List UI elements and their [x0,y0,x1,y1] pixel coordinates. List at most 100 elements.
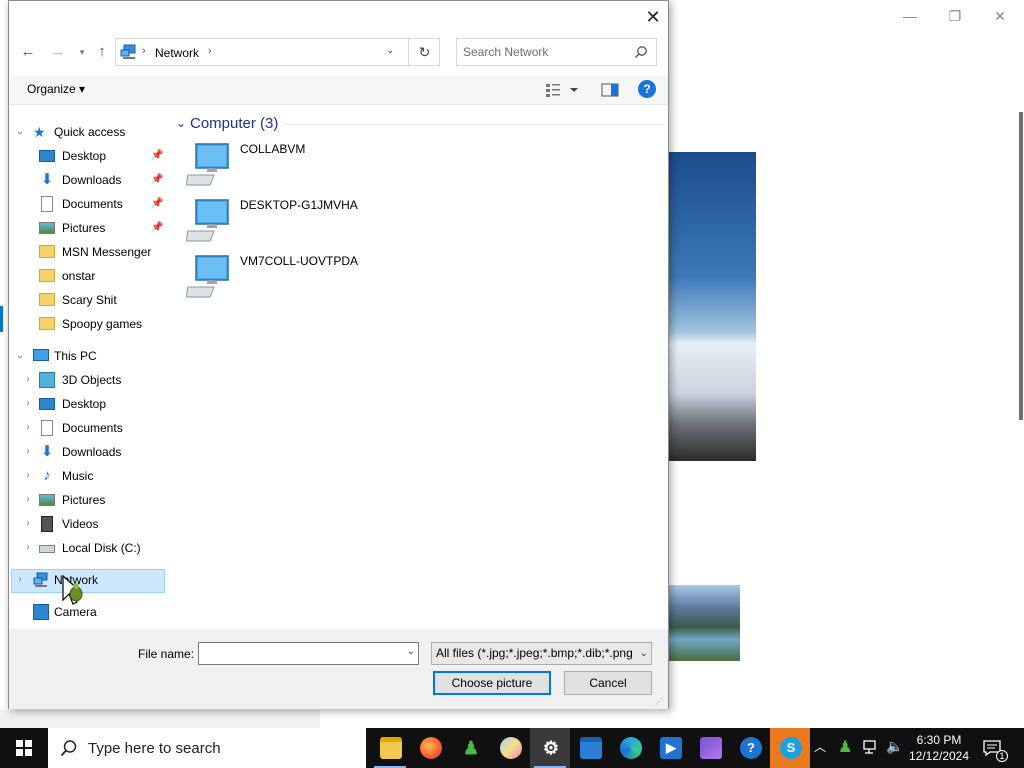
chevron-down-icon[interactable]: ⌄ [386,45,394,56]
tree-item-desktop[interactable]: Desktop 📌 [39,145,169,167]
tree-item-pictures[interactable]: Pictures 📌 [39,217,169,239]
computer-icon [186,199,229,242]
pin-icon[interactable]: 📌 [151,217,163,239]
chevron-right-icon[interactable]: › [23,393,33,415]
organize-menu[interactable]: Organize ▾ [27,82,85,96]
tree-item-documents[interactable]: Documents 📌 [39,193,169,215]
address-bar[interactable]: › Network › ⌄ ↻ [115,38,440,66]
chevron-down-icon[interactable]: ⌄ [176,116,186,130]
chevron-right-icon[interactable]: › [23,489,33,511]
taskbar-get-help[interactable]: ? [730,728,770,768]
taskbar-firefox[interactable] [410,728,450,768]
taskbar-video-editor[interactable] [690,728,730,768]
group-header[interactable]: ⌄ Computer (3) [174,113,668,135]
computer-item[interactable]: DESKTOP-G1JMVHA [186,197,486,249]
tree-item-local-disk[interactable]: › Local Disk (C:) [23,537,169,559]
skype-icon: S [780,737,802,759]
minimize-button[interactable]: — [898,6,922,26]
chevron-right-icon[interactable]: › [23,369,33,391]
tree-item-spoopy-games[interactable]: Spoopy games [39,313,169,335]
file-name-input[interactable]: ⌄ [198,642,419,665]
tree-item-downloads[interactable]: ⬇ Downloads 📌 [39,169,169,191]
tree-item-network[interactable]: › Network [15,569,165,591]
command-bar: Organize ▾ ? [9,75,668,105]
breadcrumb-separator[interactable]: › [142,45,146,57]
tree-item-pc-pictures[interactable]: › Pictures [23,489,169,511]
chevron-down-icon[interactable]: ⌄ [407,646,415,657]
tree-item-camera[interactable]: Camera [15,601,165,623]
taskbar-search-placeholder: Type here to search [88,740,221,757]
calendar-icon [580,737,602,759]
search-input[interactable] [463,44,628,60]
taskbar-edge[interactable] [610,728,650,768]
tree-item-scary-shit[interactable]: Scary Shit [39,289,169,311]
tree-item-this-pc[interactable]: ⌄ This PC [15,345,165,367]
help-icon: ? [740,737,762,759]
chevron-right-icon[interactable]: › [23,441,33,463]
chevron-right-icon[interactable]: › [15,569,25,591]
chevron-down-icon[interactable]: ⌄ [637,643,648,664]
network-tray-icon[interactable] [862,739,880,755]
windows-start-icon[interactable] [0,728,48,768]
pin-icon[interactable]: 📌 [151,193,163,215]
help-icon[interactable]: ? [638,80,656,98]
photo-thumbnail-lake[interactable] [668,585,740,661]
taskbar-settings[interactable]: ⚙ [530,728,570,768]
window-close-button[interactable]: ✕ [988,6,1012,26]
tree-item-pc-documents[interactable]: › Documents [23,417,169,439]
taskbar-skype[interactable]: S [770,728,810,768]
taskbar-calendar[interactable] [570,728,610,768]
clapperboard-icon [700,737,722,759]
search-icon [60,740,77,757]
tree-item-videos[interactable]: › Videos [23,513,169,535]
chevron-down-icon[interactable]: ⌄ [15,121,25,143]
pin-icon[interactable]: 📌 [151,169,163,191]
preview-pane-icon[interactable] [601,81,619,99]
system-clock[interactable]: 6:30 PM 12/12/2024 [906,732,972,764]
forward-arrow-icon[interactable]: → [49,43,67,61]
show-hidden-icons-icon[interactable]: ︿ [814,738,826,755]
tree-item-music[interactable]: › ♪ Music [23,465,169,487]
chevron-right-icon[interactable]: › [23,513,33,535]
tree-item-onstar[interactable]: onstar [39,265,169,287]
chevron-right-icon[interactable]: › [23,465,33,487]
restore-button[interactable]: ❐ [943,6,967,26]
cancel-button[interactable]: Cancel [564,671,652,695]
file-type-select[interactable]: All files (*.jpg;*.jpeg;*.bmp;*.dib;*.pn… [431,642,652,665]
change-view-icon[interactable] [545,81,581,99]
breadcrumb-separator[interactable]: › [208,45,212,57]
computer-item[interactable]: VM7COLL-UOVTPDA [186,253,486,305]
breadcrumb-network[interactable]: Network [155,46,199,60]
pin-icon[interactable]: 📌 [151,145,163,167]
taskbar-paint[interactable] [490,728,530,768]
photo-thumbnail-sky[interactable] [668,152,756,461]
taskbar-file-explorer[interactable] [370,728,410,768]
navigation-pane: ⌄ ★ Quick access Desktop 📌 ⬇ Downloads 📌… [9,113,169,629]
tree-item-pc-desktop[interactable]: › Desktop [23,393,169,415]
search-box[interactable] [456,38,657,66]
desktop-icon [39,150,55,162]
messenger-tray-icon[interactable]: ♟ [838,737,852,757]
taskbar-search-box[interactable]: Type here to search [48,728,366,768]
resize-grip-icon[interactable]: ⋰ [655,697,665,707]
tree-item-3d-objects[interactable]: › 3D Objects [23,369,169,391]
file-name-label: File name: [138,647,195,661]
dialog-close-button[interactable]: ✕ [641,5,665,29]
refresh-icon[interactable]: ↻ [408,39,440,65]
tree-item-msn-messenger[interactable]: MSN Messenger [39,241,169,263]
taskbar-media-player[interactable]: ▶ [650,728,690,768]
scrollbar[interactable] [1019,112,1023,420]
tree-item-quick-access[interactable]: ⌄ ★ Quick access [15,121,165,143]
choose-picture-button[interactable]: Choose picture [433,671,551,695]
volume-icon[interactable]: 🔈 [886,738,903,755]
tree-item-pc-downloads[interactable]: › ⬇ Downloads [23,441,169,463]
taskbar-messenger[interactable]: ♟ [450,728,490,768]
computer-item[interactable]: COLLABVM [186,141,486,193]
edge-browser-icon [620,737,642,759]
chevron-down-icon[interactable]: ⌄ [15,345,25,367]
back-arrow-icon[interactable]: ← [19,43,37,61]
recent-locations-icon[interactable]: ▾ [73,43,91,61]
up-arrow-icon[interactable]: ↑ [93,43,111,61]
chevron-right-icon[interactable]: › [23,537,33,559]
chevron-right-icon[interactable]: › [23,417,33,439]
